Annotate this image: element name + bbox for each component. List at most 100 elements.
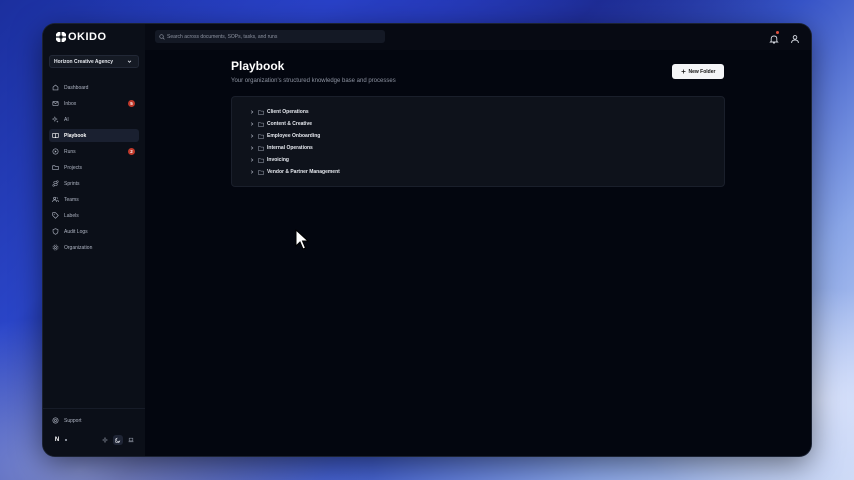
folder-icon bbox=[258, 121, 264, 127]
sidebar-item-label: Audit Logs bbox=[64, 228, 88, 235]
notifications-button[interactable] bbox=[769, 31, 779, 44]
search-icon bbox=[159, 33, 165, 40]
app-window: OKIDO Horizon Creative Agency Dashboard … bbox=[43, 24, 811, 456]
theme-system-button[interactable] bbox=[126, 435, 136, 445]
inbox-count-badge: 5 bbox=[128, 100, 135, 107]
runs-count-badge: 2 bbox=[128, 148, 135, 155]
chevron-right-icon[interactable] bbox=[250, 122, 254, 126]
logo-mark-icon bbox=[56, 32, 66, 42]
home-icon bbox=[52, 84, 59, 91]
sidebar-item-label: Dashboard bbox=[64, 84, 89, 91]
chevron-right-icon[interactable] bbox=[250, 134, 254, 138]
sidebar-item-dashboard[interactable]: Dashboard bbox=[49, 81, 139, 94]
mouse-cursor-icon bbox=[295, 229, 309, 250]
folder-row[interactable]: Internal Operations bbox=[250, 142, 340, 154]
folder-name: Employee Onboarding bbox=[267, 133, 321, 139]
inbox-icon bbox=[52, 101, 59, 106]
sidebar-item-label: Teams bbox=[64, 196, 79, 203]
sun-icon bbox=[102, 437, 108, 443]
folder-row[interactable]: Client Operations bbox=[250, 106, 340, 118]
org-selector[interactable]: Horizon Creative Agency bbox=[49, 55, 139, 68]
sidebar: OKIDO Horizon Creative Agency Dashboard … bbox=[43, 24, 146, 456]
sidebar-item-projects[interactable]: Projects bbox=[49, 161, 139, 174]
sidebar-item-label: Projects bbox=[64, 164, 83, 171]
plus-icon bbox=[681, 69, 686, 74]
sidebar-item-teams[interactable]: Teams bbox=[49, 193, 139, 206]
search-bar[interactable] bbox=[155, 30, 385, 43]
folder-row[interactable]: Invoicing bbox=[250, 154, 340, 166]
sidebar-item-inbox[interactable]: Inbox 5 bbox=[49, 97, 139, 110]
folder-icon bbox=[258, 157, 264, 163]
sidebar-item-label: Inbox bbox=[64, 100, 77, 107]
laptop-icon bbox=[128, 437, 134, 443]
sidebar-item-audit-logs[interactable]: Audit Logs bbox=[49, 225, 139, 238]
support-label: Support bbox=[64, 417, 82, 424]
lifebuoy-icon bbox=[52, 417, 59, 424]
sidebar-item-label: Sprints bbox=[64, 180, 80, 187]
user-profile-button[interactable] bbox=[790, 31, 800, 44]
chevron-right-icon[interactable] bbox=[250, 170, 254, 174]
page-subtitle: Your organization's structured knowledge… bbox=[231, 78, 396, 84]
support-link[interactable]: Support bbox=[52, 417, 82, 424]
folder-row[interactable]: Employee Onboarding bbox=[250, 130, 340, 142]
sidebar-item-label: Runs bbox=[64, 148, 76, 155]
folder-name: Vendor & Partner Management bbox=[267, 169, 340, 175]
sidebar-divider bbox=[43, 408, 145, 409]
chevron-right-icon[interactable] bbox=[250, 158, 254, 162]
tag-icon bbox=[52, 212, 59, 219]
sidebar-item-ai[interactable]: AI bbox=[49, 113, 139, 126]
folder-name: Invoicing bbox=[267, 157, 289, 163]
topbar bbox=[145, 24, 811, 51]
chevron-right-icon[interactable] bbox=[250, 146, 254, 150]
page-title: Playbook bbox=[231, 59, 285, 73]
folder-name: Client Operations bbox=[267, 109, 309, 115]
search-input[interactable] bbox=[167, 33, 377, 40]
theme-switcher bbox=[100, 435, 136, 445]
folder-name: Internal Operations bbox=[267, 145, 313, 151]
main-content: Playbook Your organization's structured … bbox=[145, 50, 811, 456]
sidebar-item-organization[interactable]: Organization bbox=[49, 241, 139, 254]
sidebar-item-label: AI bbox=[64, 116, 69, 123]
sparkles-icon bbox=[52, 116, 59, 123]
app-logo[interactable]: OKIDO bbox=[56, 31, 107, 43]
new-folder-label: New Folder bbox=[688, 68, 716, 75]
folder-name: Content & Creative bbox=[267, 121, 313, 127]
folder-row[interactable]: Content & Creative bbox=[250, 118, 340, 130]
notification-dot bbox=[776, 31, 779, 34]
folder-row[interactable]: Vendor & Partner Management bbox=[250, 166, 340, 178]
chevron-down-icon bbox=[127, 60, 132, 63]
folder-icon bbox=[258, 169, 264, 175]
sidebar-item-runs[interactable]: Runs 2 bbox=[49, 145, 139, 158]
sidebar-nav: Dashboard Inbox 5 AI Playbook Runs 2 Pro… bbox=[49, 81, 139, 257]
moon-icon bbox=[115, 437, 121, 443]
folder-icon bbox=[258, 145, 264, 151]
org-selector-label: Horizon Creative Agency bbox=[54, 58, 113, 65]
theme-dark-button[interactable] bbox=[113, 435, 123, 445]
app-name: OKIDO bbox=[68, 31, 107, 43]
sidebar-item-labels[interactable]: Labels bbox=[49, 209, 139, 222]
shield-icon bbox=[52, 228, 59, 235]
sidebar-item-playbook[interactable]: Playbook bbox=[49, 129, 139, 142]
sidebar-footer: N bbox=[52, 434, 136, 446]
play-circle-icon bbox=[52, 148, 59, 155]
folder-tree: Client Operations Content & Creative Emplo… bbox=[250, 106, 340, 178]
sidebar-item-label: Organization bbox=[64, 244, 93, 251]
sidebar-item-label: Playbook bbox=[64, 132, 87, 139]
folder-icon bbox=[258, 133, 264, 139]
route-icon bbox=[52, 180, 59, 187]
avatar[interactable]: N bbox=[52, 435, 62, 445]
book-icon bbox=[52, 133, 59, 138]
users-icon bbox=[52, 196, 59, 202]
bell-icon bbox=[769, 35, 779, 44]
folder-icon bbox=[258, 109, 264, 115]
gear-icon bbox=[52, 244, 59, 251]
sidebar-item-sprints[interactable]: Sprints bbox=[49, 177, 139, 190]
folder-tree-panel: Client Operations Content & Creative Emplo… bbox=[231, 96, 725, 187]
new-folder-button[interactable]: New Folder bbox=[672, 64, 724, 79]
chevron-right-icon[interactable] bbox=[250, 110, 254, 114]
sidebar-item-label: Labels bbox=[64, 212, 79, 219]
user-icon bbox=[791, 35, 799, 44]
folder-icon bbox=[52, 165, 59, 170]
theme-light-button[interactable] bbox=[100, 435, 110, 445]
user-menu-dot[interactable] bbox=[65, 439, 67, 441]
